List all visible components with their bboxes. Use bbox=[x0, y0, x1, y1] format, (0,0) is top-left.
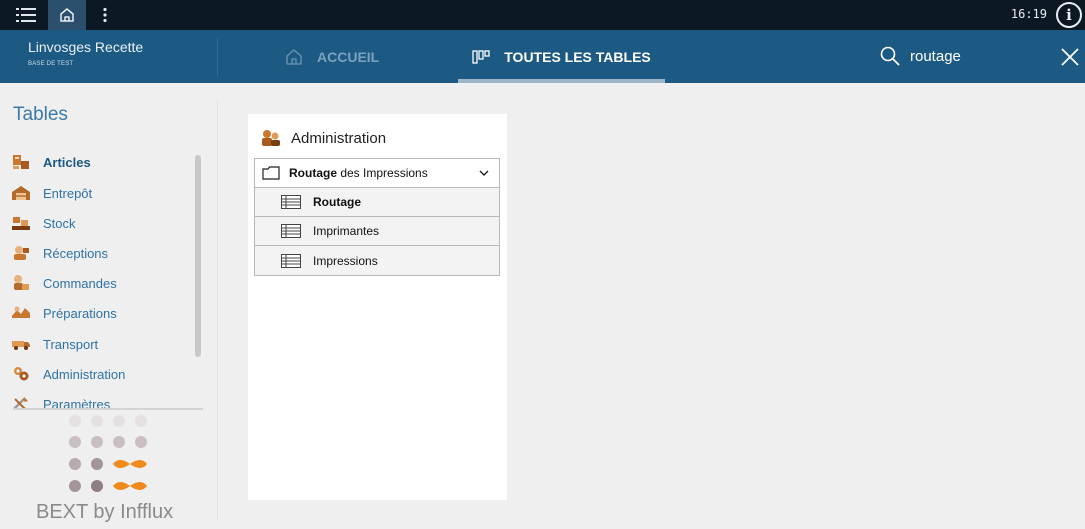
table-item-label: Impressions bbox=[313, 253, 378, 268]
sidebar-scrollbar[interactable] bbox=[195, 155, 201, 357]
table-item-label: Routage bbox=[313, 195, 361, 209]
orders-icon bbox=[10, 274, 32, 292]
sidebar-item-label: Réceptions bbox=[43, 245, 109, 261]
active-tab-indicator bbox=[458, 79, 665, 83]
nav-all-tables[interactable]: TOUTES LES TABLES bbox=[458, 30, 665, 83]
table-item-impressions[interactable]: Impressions bbox=[255, 246, 499, 275]
home-button[interactable] bbox=[48, 0, 86, 30]
articles-icon bbox=[10, 153, 32, 171]
card-title: Administration bbox=[291, 129, 387, 147]
nav-all-tables-label: TOUTES LES TABLES bbox=[504, 48, 651, 65]
receptions-icon bbox=[10, 244, 32, 262]
close-icon bbox=[1061, 48, 1079, 66]
sidebar-item-label: Préparations bbox=[43, 305, 117, 321]
transport-icon bbox=[10, 335, 32, 353]
nav-accueil-label: ACCUEIL bbox=[317, 48, 380, 65]
sidebar-item-label: Transport bbox=[43, 336, 99, 352]
header-divider bbox=[217, 38, 218, 76]
sidebar-item-commandes[interactable]: Commandes bbox=[10, 272, 117, 294]
table-icon bbox=[281, 224, 301, 238]
info-button[interactable]: i bbox=[1056, 2, 1082, 28]
preparations-icon bbox=[10, 304, 32, 322]
sidebar-item-label: Stock bbox=[43, 215, 76, 231]
home-outline-icon bbox=[285, 48, 303, 65]
clock: 16:19 bbox=[1010, 7, 1047, 21]
sidebar-table-list: Articles Entrepôt Stock Réceptions Comma… bbox=[10, 148, 200, 410]
group-label-highlight: Routage bbox=[289, 166, 337, 180]
chevron-down-icon[interactable] bbox=[479, 168, 489, 178]
sidebar-item-label: Commandes bbox=[43, 275, 117, 291]
sidebar-item-preparations[interactable]: Préparations bbox=[10, 302, 117, 324]
search-icon[interactable] bbox=[880, 46, 900, 71]
app-header: Linvosges Recette BASE DE TEST ACCUEIL T… bbox=[0, 30, 1085, 83]
info-icon: i bbox=[1066, 6, 1072, 24]
bext-logo bbox=[69, 415, 147, 492]
sidebar-item-entrepot[interactable]: Entrepôt bbox=[10, 182, 92, 204]
app-title: Linvosges Recette bbox=[28, 39, 144, 55]
brand-name: BEXT by Infflux bbox=[36, 501, 174, 523]
sidebar-item-articles[interactable]: Articles bbox=[10, 151, 91, 173]
sidebar-item-transport[interactable]: Transport bbox=[10, 333, 98, 355]
table-item-label: Imprimantes bbox=[313, 224, 380, 238]
table-icon bbox=[281, 253, 301, 268]
list-menu-icon bbox=[16, 8, 36, 22]
warehouse-icon bbox=[10, 184, 32, 202]
sidebar-item-label: Administration bbox=[43, 366, 126, 382]
administration-icon bbox=[10, 365, 32, 383]
list-menu-button[interactable] bbox=[6, 0, 46, 30]
card-header: Administration bbox=[260, 128, 386, 148]
sidebar-item-receptions[interactable]: Réceptions bbox=[10, 242, 108, 264]
sidebar-item-label: Entrepôt bbox=[43, 185, 93, 201]
tables-icon bbox=[472, 49, 490, 64]
sidebar-divider bbox=[217, 100, 218, 520]
folder-icon bbox=[262, 166, 280, 180]
more-vertical-icon bbox=[103, 7, 107, 23]
sidebar-item-label: Articles bbox=[43, 154, 91, 170]
sidebar-bottom-divider bbox=[13, 408, 203, 410]
table-icon bbox=[281, 195, 301, 209]
table-item-routage[interactable]: Routage bbox=[255, 188, 499, 217]
app-subtitle: BASE DE TEST bbox=[28, 61, 74, 67]
home-icon bbox=[60, 8, 74, 22]
more-options-button[interactable] bbox=[90, 0, 120, 30]
table-group: Routage des Impressions Routage Impriman… bbox=[254, 158, 500, 276]
search-input[interactable] bbox=[910, 45, 1030, 67]
group-label-rest: des Impressions bbox=[337, 166, 428, 180]
nav-accueil[interactable]: ACCUEIL bbox=[285, 30, 379, 83]
sidebar-item-administration[interactable]: Administration bbox=[10, 363, 125, 385]
stock-icon bbox=[10, 214, 32, 232]
close-search-button[interactable] bbox=[1059, 46, 1081, 68]
system-top-bar: 16:19 i bbox=[0, 0, 1085, 30]
table-group-card: Administration Routage des Impressions R… bbox=[248, 114, 507, 500]
group-routage-impressions[interactable]: Routage des Impressions bbox=[255, 159, 499, 188]
table-item-imprimantes[interactable]: Imprimantes bbox=[255, 217, 499, 246]
sidebar-item-stock[interactable]: Stock bbox=[10, 212, 76, 234]
administration-users-icon bbox=[260, 129, 282, 147]
sidebar-title: Tables bbox=[13, 104, 68, 125]
